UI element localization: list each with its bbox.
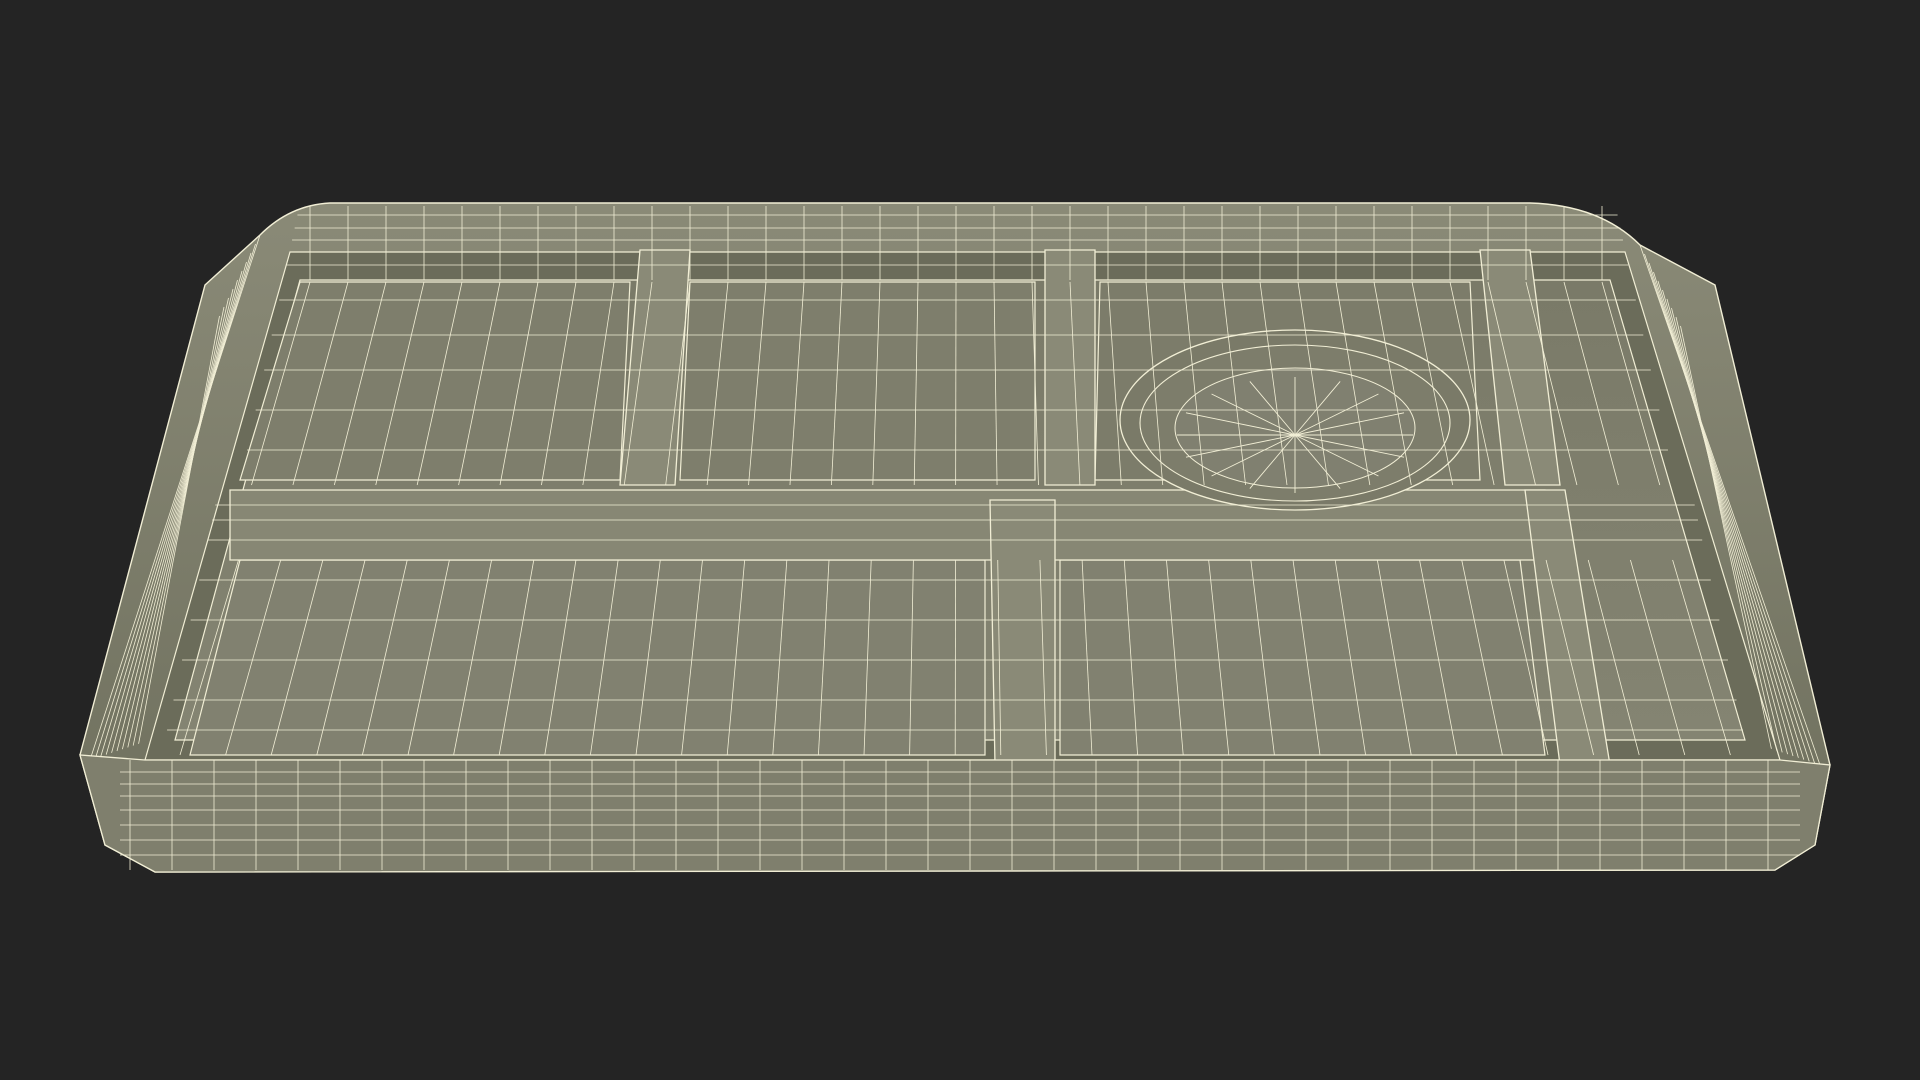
compartment-bottom-left — [189, 559, 986, 756]
compartment-bottom-right — [1059, 559, 1546, 756]
round-recess — [1119, 329, 1471, 511]
3d-viewport[interactable] — [0, 0, 1920, 1080]
tray-wireframe-render — [79, 202, 1831, 873]
tray-front-lip — [79, 754, 1831, 873]
